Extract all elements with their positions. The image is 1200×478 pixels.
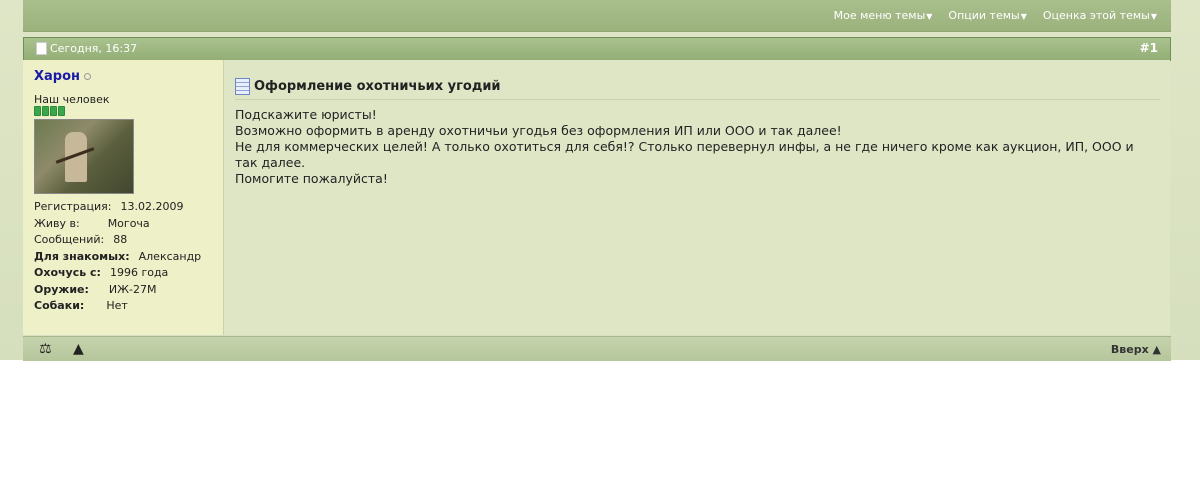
post-date-text: Сегодня, 16:37 [50,42,138,55]
rate-thread-menu-label: Оценка этой темы [1042,9,1150,22]
thread-options-menu-label: Опции темы [948,9,1020,22]
post-header: Сегодня, 16:37 #1 [23,37,1171,61]
warning-icon[interactable]: ▲ [73,341,84,357]
thread-menus: Мое меню темы▼ Опции темы▼ Оценка этой т… [834,9,1157,22]
stat-key: Для знакомых: [34,249,130,263]
chevron-down-icon: ▼ [926,12,933,21]
post-footer: ⚖ ▲ Вверх ▲ [23,336,1171,361]
stat-key: Оружие: [34,282,89,296]
reputation-pip-icon [34,106,41,116]
stat-value: ИЖ-27М [108,282,157,296]
chevron-down-icon: ▼ [1020,12,1027,21]
post-line: Подскажите юристы! [235,107,377,122]
post-icon [235,78,250,95]
post-date: Сегодня, 16:37 [36,42,137,55]
stat-weapon: Оружие: ИЖ-27М [34,282,201,299]
document-icon [36,42,47,55]
stat-value: 88 [113,233,128,246]
stat-registration: Регистрация: 13.02.2009 [34,199,201,216]
post-line: Помогите пожалуйста! [235,171,388,186]
stat-key: Живу в: [34,216,80,230]
reputation-pip-icon [50,106,57,116]
stat-value: Александр [138,249,202,263]
stat-posts: Сообщений: 88 [34,232,201,249]
my-thread-menu-label: Мое меню темы [833,9,926,22]
stat-value: 1996 года [109,266,169,279]
stat-key: Регистрация: [34,200,112,213]
thread-options-menu[interactable]: Опции темы▼ [948,9,1026,22]
post-line: Возможно оформить в аренду охотничьи уго… [235,123,842,138]
post-title-text: Оформление охотничьих угодий [254,79,501,94]
thread-toolbar: Мое меню темы▼ Опции темы▼ Оценка этой т… [23,0,1171,32]
reputation-bar [34,106,65,116]
stat-name: Для знакомых: Александр [34,249,201,266]
post-title: Оформление охотничьих угодий [235,78,1160,100]
user-stats: Регистрация: 13.02.2009 Живу в: Могоча Соо… [34,199,201,315]
stat-key: Собаки: [34,299,85,312]
stat-value: Нет [106,299,128,312]
stat-key: Сообщений: [34,233,105,246]
stat-dogs: Собаки: Нет [34,298,201,315]
stat-location: Живу в: Могоча [34,216,201,233]
username[interactable]: Харон [34,69,92,84]
user-info-panel: Харон Наш человек Регистрация: 13.02.2009… [23,60,224,335]
reputation-pip-icon [58,106,65,116]
stat-value: Могоча [107,216,150,230]
stat-hunting-since: Охочусь с: 1996 года [34,265,201,282]
scales-icon[interactable]: ⚖ [39,341,52,357]
chevron-down-icon: ▼ [1150,12,1157,21]
post-number-link[interactable]: #1 [1140,41,1158,55]
reputation-pip-icon [42,106,49,116]
back-to-top-link[interactable]: Вверх ▲ [1111,343,1161,356]
stat-key: Охочусь с: [34,266,101,279]
my-thread-menu[interactable]: Мое меню темы▼ [834,9,933,22]
rate-thread-menu[interactable]: Оценка этой темы▼ [1043,9,1157,22]
offline-status-icon [84,73,92,80]
post-body: Оформление охотничьих угодий Подскажите … [224,60,1170,335]
username-text[interactable]: Харон [34,69,80,84]
post-message: Подскажите юристы! Возможно оформить в а… [235,107,1160,187]
stat-value: 13.02.2009 [120,200,184,213]
user-title: Наш человек [34,93,110,106]
post-line: Не для коммерческих целей! А только охот… [235,139,1134,170]
avatar[interactable] [34,119,134,194]
